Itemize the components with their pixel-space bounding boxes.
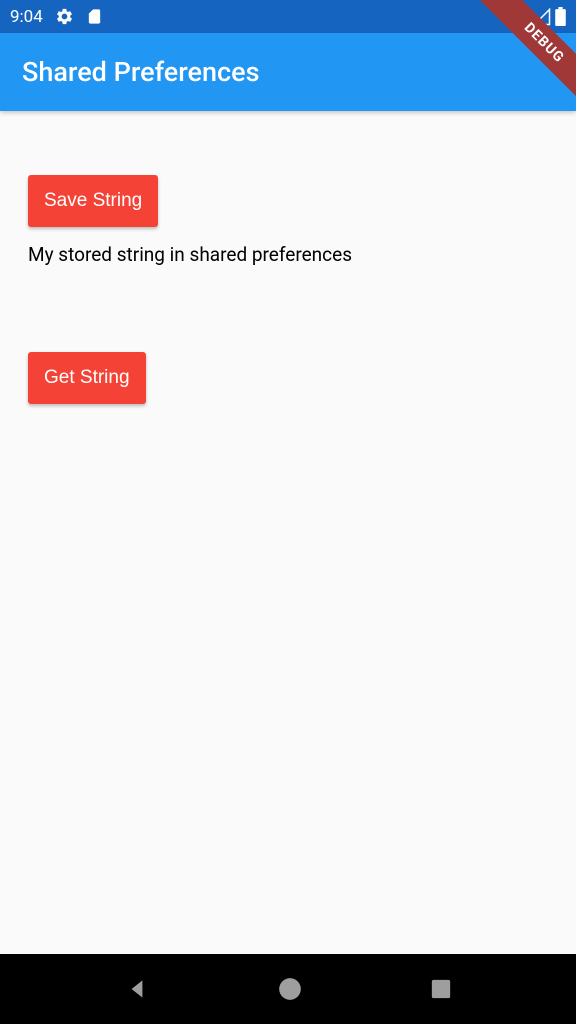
status-left: 9:04	[10, 7, 103, 27]
get-button[interactable]: Get String	[28, 352, 146, 404]
nav-bar	[0, 954, 576, 1024]
app-bar: Shared Preferences	[0, 33, 576, 111]
sd-card-icon	[86, 8, 103, 25]
gear-icon	[55, 7, 74, 26]
stored-text: My stored string in shared preferences	[28, 243, 548, 266]
nav-back-button[interactable]	[124, 976, 150, 1002]
save-button[interactable]: Save String	[28, 175, 158, 227]
content-area: Save String My stored string in shared p…	[0, 111, 576, 432]
page-title: Shared Preferences	[22, 56, 260, 88]
battery-icon	[555, 7, 566, 26]
status-time: 9:04	[10, 7, 43, 27]
nav-recent-button[interactable]	[430, 978, 452, 1000]
nav-home-button[interactable]	[277, 976, 303, 1002]
